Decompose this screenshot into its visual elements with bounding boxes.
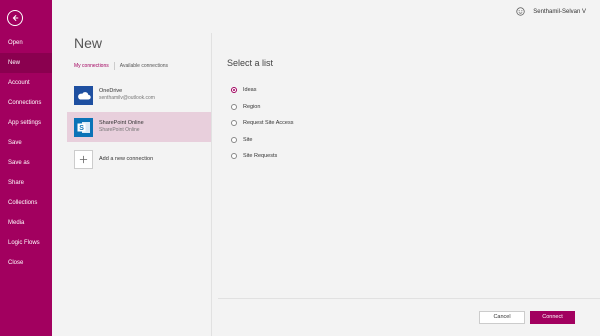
list-option-ideas[interactable]: Ideas [231, 82, 293, 99]
sidebar-item-collections[interactable]: Collections [0, 193, 52, 213]
list-option-label: Site [243, 136, 253, 143]
tab-available-connections[interactable]: Available connections [120, 63, 168, 69]
footer-divider [218, 298, 600, 299]
sharepoint-icon: S [74, 117, 93, 137]
sidebar-nav: Open New Account Connections App setting… [0, 33, 52, 273]
sidebar-item-save[interactable]: Save [0, 133, 52, 153]
connection-account: senthamilv@outlook.com [99, 95, 155, 101]
add-connection-button[interactable]: Add a new connection [67, 144, 211, 174]
radio-unchecked[interactable] [231, 120, 237, 127]
sidebar-item-open[interactable]: Open [0, 33, 52, 53]
onedrive-icon [74, 85, 93, 105]
select-list-title: Select a list [227, 58, 274, 68]
connection-list: OneDrive senthamilv@outlook.com S ShareP… [67, 80, 211, 176]
sidebar-item-logic-flows[interactable]: Logic Flows [0, 233, 52, 253]
sidebar-item-account[interactable]: Account [0, 73, 52, 93]
sidebar-item-new[interactable]: New [0, 53, 52, 73]
panel-divider [211, 33, 212, 336]
connection-name: SharePoint Online [99, 120, 144, 126]
list-option-request-site-access[interactable]: Request Site Access [231, 115, 293, 132]
radio-unchecked[interactable] [231, 136, 237, 143]
cancel-button[interactable]: Cancel [479, 311, 525, 324]
sidebar-item-share[interactable]: Share [0, 173, 52, 193]
connection-onedrive[interactable]: OneDrive senthamilv@outlook.com [67, 80, 211, 110]
connection-tabs: My connections Available connections [74, 62, 168, 70]
tab-my-connections[interactable]: My connections [74, 63, 109, 69]
user-area[interactable]: Senthamil-Selvan V [516, 7, 586, 16]
svg-text:S: S [79, 125, 84, 132]
smile-icon [516, 7, 525, 16]
list-option-label: Ideas [243, 87, 257, 94]
radio-unchecked[interactable] [231, 153, 237, 160]
back-arrow-icon[interactable] [7, 10, 23, 26]
tab-divider [113, 62, 115, 70]
list-options: Ideas Region Request Site Access Site Si… [231, 82, 293, 165]
connect-button[interactable]: Connect [530, 311, 575, 324]
connection-sharepoint[interactable]: S SharePoint Online SharePoint Online [67, 112, 211, 142]
list-option-label: Site Requests [243, 153, 278, 160]
sidebar-item-close[interactable]: Close [0, 253, 52, 273]
list-option-label: Region [243, 103, 261, 110]
sidebar-item-app-settings[interactable]: App settings [0, 113, 52, 133]
list-option-label: Request Site Access [243, 120, 294, 127]
plus-icon [74, 149, 93, 169]
radio-unchecked[interactable] [231, 103, 237, 110]
sidebar-item-media[interactable]: Media [0, 213, 52, 233]
sidebar-item-connections[interactable]: Connections [0, 93, 52, 113]
list-option-region[interactable]: Region [231, 99, 293, 116]
user-name: Senthamil-Selvan V [533, 8, 586, 15]
page-title: New [74, 35, 103, 51]
list-option-site[interactable]: Site [231, 132, 293, 149]
radio-checked[interactable] [231, 87, 237, 94]
sidebar: Open New Account Connections App setting… [0, 0, 52, 336]
connection-name: OneDrive [99, 88, 123, 94]
list-option-site-requests[interactable]: Site Requests [231, 148, 293, 165]
connection-type: SharePoint Online [99, 127, 140, 133]
sidebar-item-save-as[interactable]: Save as [0, 153, 52, 173]
add-connection-label: Add a new connection [99, 156, 154, 162]
